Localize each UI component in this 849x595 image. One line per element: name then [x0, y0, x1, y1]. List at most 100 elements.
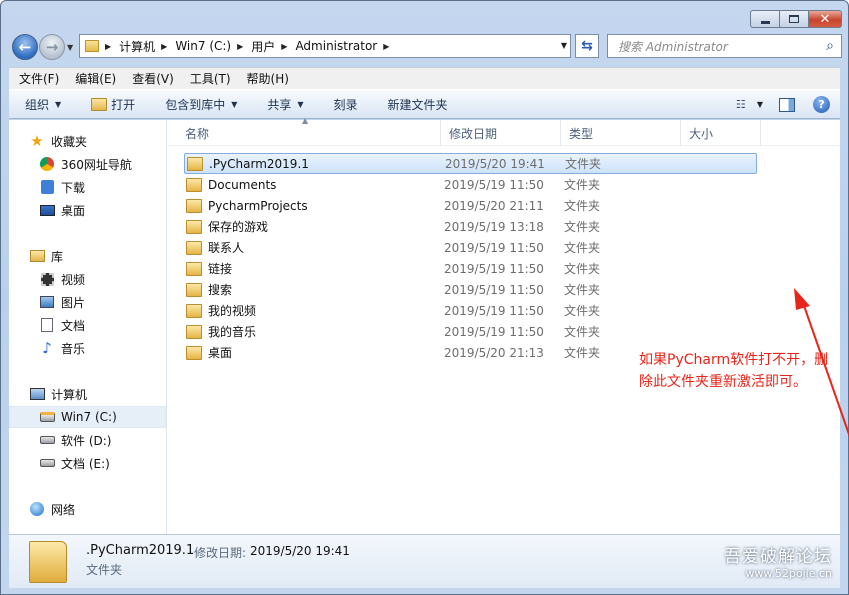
file-date: 2019/5/19 11:50	[444, 240, 544, 255]
nav-drive-d[interactable]: 软件 (D:)	[39, 429, 111, 451]
table-row[interactable]: 我的音乐 2019/5/19 11:50 文件夹	[184, 321, 757, 342]
menu-view[interactable]: 查看(V)	[132, 70, 174, 87]
refresh-icon: ⇆	[581, 38, 593, 54]
nav-libraries[interactable]: 库	[29, 245, 63, 267]
main-content: ★ 收藏夹 360网址导航 下载 桌面 库 视频 图片 文档 ♪ 音乐 计算机 Wi…	[9, 116, 849, 534]
annotation-line-1: 如果PyCharm软件打不开，删	[639, 352, 829, 368]
table-row[interactable]: Documents 2019/5/19 11:50 文件夹	[184, 174, 757, 195]
burn-label: 刻录	[333, 97, 358, 112]
file-name: 链接	[208, 262, 233, 276]
include-label: 包含到库中	[165, 97, 226, 112]
command-bar: 组织 ▼ 打开 包含到库中 ▼ 共享 ▼ 刻录 新建文件夹 ☷ ▼ ?	[9, 89, 840, 119]
nav-network[interactable]: 网络	[29, 498, 75, 520]
close-button[interactable]: ✕	[808, 10, 842, 28]
table-row[interactable]: PycharmProjects 2019/5/20 21:11 文件夹	[184, 195, 757, 216]
menu-edit[interactable]: 编辑(E)	[75, 70, 116, 87]
new-folder-label: 新建文件夹	[387, 97, 448, 112]
search-icon[interactable]: ⌕	[819, 38, 841, 54]
nav-downloads[interactable]: 下载	[39, 176, 85, 198]
nav-label: 图片	[61, 295, 86, 310]
menu-bar: 文件(F) 编辑(E) 查看(V) 工具(T) 帮助(H)	[9, 67, 840, 89]
minimize-button[interactable]	[750, 10, 779, 28]
table-row[interactable]: 联系人 2019/5/19 11:50 文件夹	[184, 237, 757, 258]
chevron-down-icon: ▼	[297, 99, 304, 109]
folder-icon	[186, 303, 202, 318]
menu-tools[interactable]: 工具(T)	[190, 70, 231, 87]
menu-file[interactable]: 文件(F)	[19, 70, 59, 87]
file-date: 2019/5/19 11:50	[444, 324, 544, 339]
breadcrumb-administrator[interactable]: Administrator	[295, 39, 377, 53]
include-in-library-button[interactable]: 包含到库中 ▼	[165, 96, 237, 113]
nav-drive-c[interactable]: Win7 (C:)	[9, 406, 166, 428]
recent-pages-dropdown[interactable]: ▼	[67, 43, 73, 52]
chevron-right-icon[interactable]: ▶	[383, 42, 389, 51]
breadcrumb-users[interactable]: 用户	[251, 38, 275, 55]
view-mode-dropdown[interactable]: ▼	[757, 100, 763, 109]
column-date[interactable]: 修改日期	[441, 120, 561, 146]
nav-music[interactable]: ♪ 音乐	[39, 337, 85, 359]
folder-icon	[186, 345, 202, 360]
chevron-right-icon[interactable]: ▶	[281, 42, 287, 51]
details-date-label: 修改日期:	[194, 546, 247, 560]
folder-icon	[186, 282, 202, 297]
help-icon[interactable]: ?	[813, 96, 830, 113]
column-name[interactable]: 名称	[177, 120, 441, 146]
details-type: 文件夹	[86, 563, 123, 577]
search-input[interactable]: 搜索 Administrator	[608, 38, 819, 55]
share-button[interactable]: 共享 ▼	[267, 96, 303, 113]
file-type: 文件夹	[564, 325, 601, 339]
back-button[interactable]: ←	[12, 34, 38, 60]
folder-icon	[186, 198, 202, 213]
file-type: 文件夹	[564, 220, 601, 234]
chevron-right-icon[interactable]: ▶	[237, 42, 243, 51]
nav-label: 网络	[51, 502, 76, 517]
breadcrumb-computer[interactable]: 计算机	[119, 38, 155, 55]
image-icon	[39, 295, 55, 309]
table-row[interactable]: .PyCharm2019.1 2019/5/20 19:41 文件夹	[184, 153, 757, 174]
nav-label: 音乐	[61, 341, 86, 356]
folder-icon	[187, 156, 203, 171]
nav-360[interactable]: 360网址导航	[39, 153, 132, 175]
drive-icon	[39, 433, 55, 447]
file-date: 2019/5/20 19:41	[445, 156, 545, 171]
file-date: 2019/5/19 11:50	[444, 282, 544, 297]
back-arrow-icon: ←	[18, 37, 32, 56]
open-button[interactable]: 打开	[91, 96, 135, 113]
column-size[interactable]: 大小	[681, 120, 761, 146]
maximize-button[interactable]	[779, 10, 808, 28]
organize-button[interactable]: 组织 ▼	[25, 96, 61, 113]
table-row[interactable]: 搜索 2019/5/19 11:50 文件夹	[184, 279, 757, 300]
nav-computer[interactable]: 计算机	[29, 383, 87, 405]
nav-label: 360网址导航	[61, 157, 132, 172]
chevron-right-icon[interactable]: ▶	[105, 42, 111, 51]
nav-pictures[interactable]: 图片	[39, 291, 85, 313]
table-row[interactable]: 保存的游戏 2019/5/19 13:18 文件夹	[184, 216, 757, 237]
search-box[interactable]: 搜索 Administrator ⌕	[607, 34, 842, 58]
chevron-right-icon[interactable]: ▶	[161, 42, 167, 51]
new-folder-button[interactable]: 新建文件夹	[388, 96, 448, 113]
burn-button[interactable]: 刻录	[334, 96, 358, 113]
nav-videos[interactable]: 视频	[39, 268, 85, 290]
column-type[interactable]: 类型	[561, 120, 681, 146]
nav-favorites[interactable]: ★ 收藏夹	[29, 130, 87, 152]
watermark-line-2: www.52pojie.cn	[745, 567, 832, 580]
nav-documents[interactable]: 文档	[39, 314, 85, 336]
drive-icon	[39, 456, 55, 470]
nav-label: 文档 (E:)	[61, 456, 110, 471]
nav-desktop[interactable]: 桌面	[39, 199, 85, 221]
nav-drive-e[interactable]: 文档 (E:)	[39, 452, 110, 474]
table-row[interactable]: 链接 2019/5/19 11:50 文件夹	[184, 258, 757, 279]
breadcrumb-drive-c[interactable]: Win7 (C:)	[175, 39, 231, 53]
file-type: 文件夹	[564, 283, 601, 297]
file-type: 文件夹	[564, 178, 601, 192]
table-row[interactable]: 我的视频 2019/5/19 11:50 文件夹	[184, 300, 757, 321]
address-dropdown[interactable]: ▼	[561, 41, 567, 50]
forward-button[interactable]: →	[39, 34, 65, 60]
view-mode-icon[interactable]: ☷	[733, 98, 749, 112]
preview-pane-icon[interactable]	[779, 97, 795, 112]
explorer-window: ✕ ← → ▼ ▶ 计算机 ▶ Win7 (C:) ▶ 用户 ▶ Adminis…	[0, 0, 849, 595]
menu-help[interactable]: 帮助(H)	[247, 70, 289, 87]
annotation-note: 如果PyCharm软件打不开，删 除此文件夹重新激活即可。	[639, 349, 843, 393]
refresh-button[interactable]: ⇆	[575, 34, 599, 58]
address-bar[interactable]: ▶ 计算机 ▶ Win7 (C:) ▶ 用户 ▶ Administrator ▶…	[79, 34, 571, 58]
